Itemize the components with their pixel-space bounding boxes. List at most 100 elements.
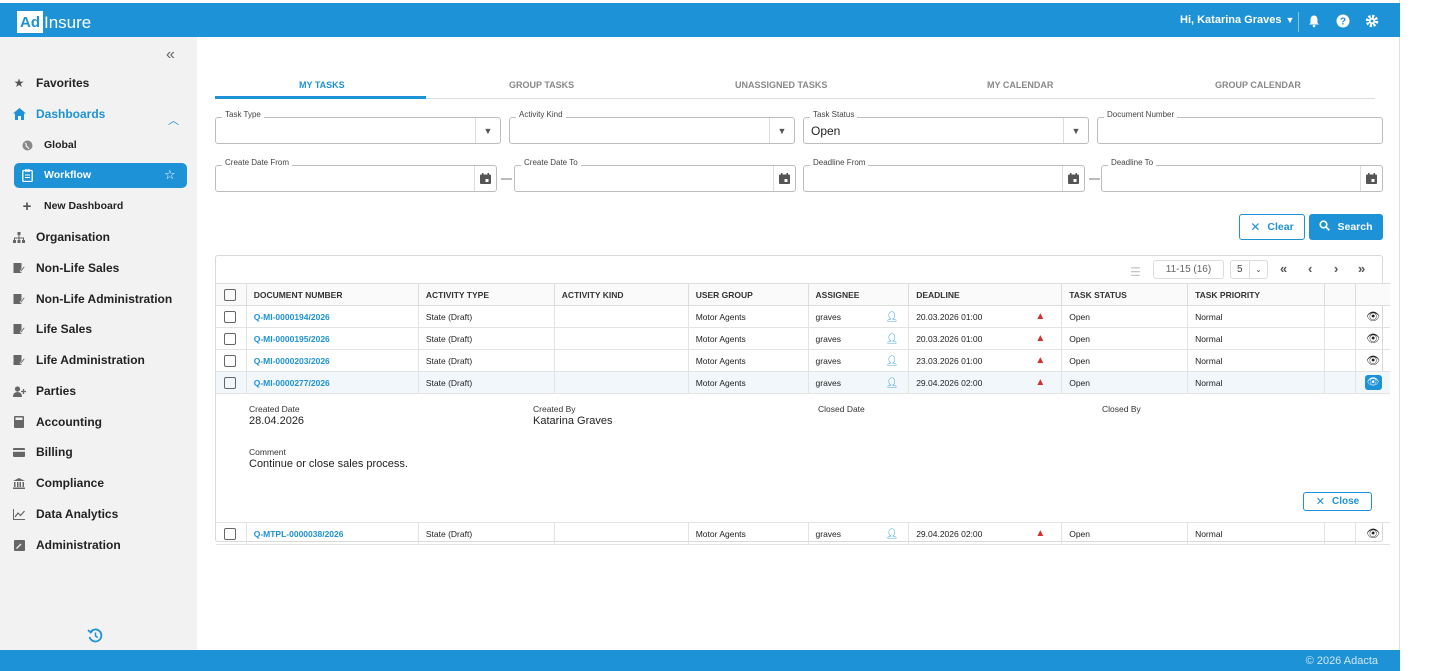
document-link[interactable]: Q-MI-0000203/2026 (254, 356, 330, 366)
tab-my-tasks[interactable]: MY TASKS (299, 80, 345, 90)
sidebar-item-workflow[interactable]: Workflow ☆ (14, 163, 187, 188)
list-view-icon[interactable]: ☰ (1130, 265, 1141, 279)
dropdown-arrow-icon[interactable]: ▼ (1063, 118, 1088, 143)
chevron-up-icon[interactable]: ︿ (168, 112, 179, 128)
calendar-icon[interactable] (1360, 166, 1382, 191)
search-button[interactable]: Search (1309, 214, 1383, 240)
user-icon[interactable]: 👤︎ (885, 356, 898, 367)
column-header[interactable]: ACTIVITY KIND (553, 283, 689, 306)
column-header[interactable]: TASK STATUS (1061, 283, 1188, 306)
calendar-icon[interactable] (1062, 166, 1084, 191)
table-row[interactable]: Q-MI-0000203/2026 State (Draft) Motor Ag… (216, 349, 1390, 372)
chevron-down-icon: ⌄ (1249, 261, 1267, 278)
task-status-select[interactable]: Task Status Open ▼ (803, 109, 1089, 144)
sidebar-item-label: Administration (36, 538, 121, 552)
row-checkbox[interactable] (224, 332, 236, 345)
created-by-label: Created By (533, 404, 576, 414)
view-eye-icon[interactable]: 👁︎ (1355, 522, 1390, 545)
column-header[interactable]: USER GROUP (687, 283, 809, 306)
sidebar-item-life-sales[interactable]: Life Sales (12, 317, 92, 341)
collapse-sidebar-icon[interactable]: « (166, 46, 175, 64)
table-row-expanded[interactable]: Q-MI-0000277/2026 State (Draft) Motor Ag… (216, 371, 1390, 394)
calendar-icon[interactable] (474, 166, 496, 191)
view-eye-icon[interactable]: 👁︎ (1355, 327, 1390, 350)
document-number-input[interactable]: Document Number (1097, 109, 1383, 144)
sidebar-item-non-life-administration[interactable]: Non-Life Administration (12, 287, 172, 311)
deadline-cell: 29.04.2026 02:00 ▲ (908, 522, 1062, 545)
page-size-value: 5 (1237, 264, 1243, 275)
sidebar-item-organisation[interactable]: Organisation (12, 225, 110, 249)
table-header-row: DOCUMENT NUMBER ACTIVITY TYPE ACTIVITY K… (216, 283, 1390, 306)
document-link[interactable]: Q-MI-0000194/2026 (254, 312, 330, 322)
deadline-from-input[interactable]: Deadline From (803, 157, 1085, 192)
column-header[interactable]: TASK PRIORITY (1187, 283, 1325, 306)
document-link[interactable]: Q-MTPL-0000038/2026 (254, 529, 344, 539)
select-all-checkbox[interactable] (224, 288, 236, 301)
app-window: Ad Insure Hi, Katarina Graves ▼ ? « ★ Fa… (0, 0, 1400, 671)
document-link[interactable]: Q-MI-0000195/2026 (254, 334, 330, 344)
calendar-icon[interactable] (773, 166, 795, 191)
user-icon[interactable]: 👤︎ (885, 334, 898, 345)
assignee-name: graves (815, 311, 842, 322)
sidebar-item-billing[interactable]: Billing (12, 440, 73, 464)
row-checkbox[interactable] (224, 527, 236, 540)
user-menu[interactable]: Hi, Katarina Graves ▼ (1180, 14, 1294, 26)
sidebar-item-life-administration[interactable]: Life Administration (12, 348, 145, 372)
dropdown-arrow-icon[interactable]: ▼ (769, 118, 794, 143)
row-checkbox[interactable] (224, 354, 236, 367)
sidebar-item-dashboards[interactable]: Dashboards (12, 102, 105, 126)
page-size-select[interactable]: 5 ⌄ (1230, 260, 1268, 279)
favorite-star-icon[interactable]: ☆ (164, 167, 176, 183)
view-eye-icon[interactable]: 👁︎ (1355, 305, 1390, 328)
tab-group-calendar[interactable]: GROUP CALENDAR (1215, 80, 1301, 90)
document-link[interactable]: Q-MI-0000277/2026 (254, 378, 330, 388)
sidebar-item-parties[interactable]: Parties (12, 379, 76, 403)
create-date-to-input[interactable]: Create Date To (514, 157, 796, 192)
sidebar-item-administration[interactable]: Administration (12, 533, 121, 557)
table-row[interactable]: Q-MTPL-0000038/2026 State (Draft) Motor … (216, 522, 1390, 545)
task-type-select[interactable]: Task Type ▼ (215, 109, 501, 144)
sidebar-item-global[interactable]: Global (20, 133, 77, 157)
sidebar-item-favorites[interactable]: ★ Favorites (12, 71, 90, 95)
user-icon[interactable]: 👤︎ (885, 378, 898, 389)
user-icon[interactable]: 👤︎ (885, 312, 898, 323)
table-row[interactable]: Q-MI-0000195/2026 State (Draft) Motor Ag… (216, 327, 1390, 350)
sidebar-item-new-dashboard[interactable]: + New Dashboard (20, 194, 124, 218)
view-eye-icon-active[interactable]: 👁︎ (1355, 371, 1390, 394)
previous-page-icon[interactable]: ‹ (1308, 261, 1312, 276)
view-eye-icon[interactable]: 👁︎ (1355, 349, 1390, 372)
tab-my-calendar[interactable]: MY CALENDAR (987, 80, 1053, 90)
sidebar-item-accounting[interactable]: Accounting (12, 410, 102, 434)
create-date-from-input[interactable]: Create Date From (215, 157, 497, 192)
deadline-to-input[interactable]: Deadline To (1101, 157, 1383, 192)
help-icon[interactable]: ? (1336, 14, 1350, 28)
bell-icon[interactable] (1307, 14, 1321, 28)
next-page-icon[interactable]: › (1334, 261, 1338, 276)
row-checkbox[interactable] (224, 310, 236, 323)
activity-kind-select[interactable]: Activity Kind ▼ (509, 109, 795, 144)
calculator-icon (12, 415, 26, 429)
last-page-icon[interactable]: » (1358, 261, 1365, 276)
copyright-text: © 2026 Adacta (1305, 655, 1378, 667)
first-page-icon[interactable]: « (1280, 261, 1287, 276)
adinsure-logo[interactable]: Ad Insure (17, 9, 91, 33)
sidebar-item-data-analytics[interactable]: Data Analytics (12, 502, 118, 526)
clear-button[interactable]: ✕ Clear (1239, 214, 1305, 240)
table-row[interactable]: Q-MI-0000194/2026 State (Draft) Motor Ag… (216, 305, 1390, 328)
dropdown-arrow-icon[interactable]: ▼ (475, 118, 500, 143)
sidebar-item-compliance[interactable]: Compliance (12, 471, 104, 495)
history-icon[interactable] (87, 627, 104, 649)
sidebar-item-non-life-sales[interactable]: Non-Life Sales (12, 256, 119, 280)
gear-icon[interactable] (1365, 14, 1379, 28)
row-checkbox[interactable] (224, 376, 236, 389)
user-icon[interactable]: 👤︎ (885, 529, 898, 540)
column-header[interactable]: ACTIVITY TYPE (417, 283, 555, 306)
activity-kind-cell (553, 327, 689, 350)
tab-unassigned-tasks[interactable]: UNASSIGNED TASKS (735, 80, 827, 90)
close-button[interactable]: ✕ Close (1303, 492, 1372, 511)
column-header[interactable]: ASSIGNEE (807, 283, 909, 306)
column-header[interactable]: DEADLINE (908, 283, 1062, 306)
column-header[interactable]: DOCUMENT NUMBER (245, 283, 419, 306)
tab-group-tasks[interactable]: GROUP TASKS (509, 80, 574, 90)
clear-button-label: Clear (1267, 221, 1294, 233)
